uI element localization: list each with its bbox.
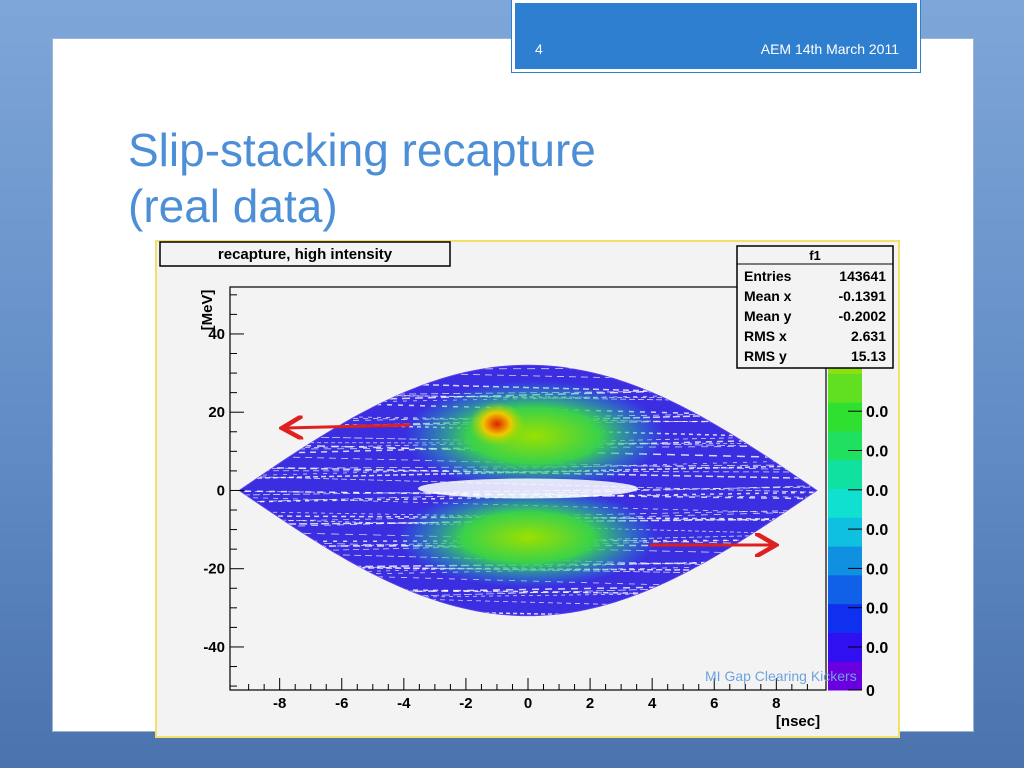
x-tick-label: 2 [586,695,594,712]
colorbar-segment [828,574,862,605]
stats-value: -0.2002 [839,308,887,324]
y-axis-label: [MeV] [199,290,216,331]
colorbar-label: 0.0 [866,404,888,421]
x-axis-label: [nsec] [776,713,820,730]
y-tick-label: 20 [208,404,225,421]
colorbar-segment [828,546,862,576]
phase-space-chart: recapture, high intensity -8 -6 -4 -2 0 2 4 6 84… [159,241,894,730]
colorbar-label: 0.0 [866,522,888,539]
stats-value: 15.13 [851,348,886,364]
y-tick-label: -20 [203,561,225,578]
x-tick-label: 0 [524,695,532,712]
colorbar-label: 0.0 [866,601,888,618]
lower-density-lobe [398,487,658,588]
stats-label: RMS x [744,328,787,344]
x-tick-label: -6 [335,695,348,712]
colorbar-segment [828,430,862,461]
x-tick-label: -4 [397,695,411,712]
stats-box: f1 Entries 143641 Mean x -0.1391 Mean y -0.200… [736,245,894,369]
peak-density [468,401,525,446]
stats-label: Mean y [744,308,792,324]
stats-title: f1 [809,248,821,263]
y-tick-label: 0 [217,482,225,499]
stats-value: -0.1391 [839,288,887,304]
colorbar-label: 0.0 [866,444,888,461]
x-tick-label: -2 [459,695,472,712]
colorbar-segment [828,459,862,489]
stats-label: RMS y [744,348,787,364]
upper-density-lobe [404,380,665,491]
stats-label: Mean x [744,288,792,304]
y-tick-label: -40 [203,639,225,656]
stats-value: 143641 [839,268,886,284]
chart-title: recapture, high intensity [218,246,393,263]
central-gap [418,478,638,499]
colorbar-label: 0.0 [866,561,888,578]
colorbar-segment [828,488,862,518]
x-tick-label: -8 [273,695,286,712]
stats-value: 2.631 [851,328,886,344]
stats-label: Entries [744,268,792,284]
colorbar-label: 0.0 [866,640,888,657]
colorbar-label: 0.0 [866,483,888,500]
colorbar-label: 0 [866,683,875,700]
x-tick-label: 6 [710,695,718,712]
colorbar-segment [828,517,862,547]
x-tick-label: 8 [772,695,780,712]
slide-footer: MI Gap Clearing Kickers [705,668,857,684]
colorbar-segment [828,373,862,403]
colorbar-segment [828,402,862,432]
x-tick-label: 4 [648,695,657,712]
